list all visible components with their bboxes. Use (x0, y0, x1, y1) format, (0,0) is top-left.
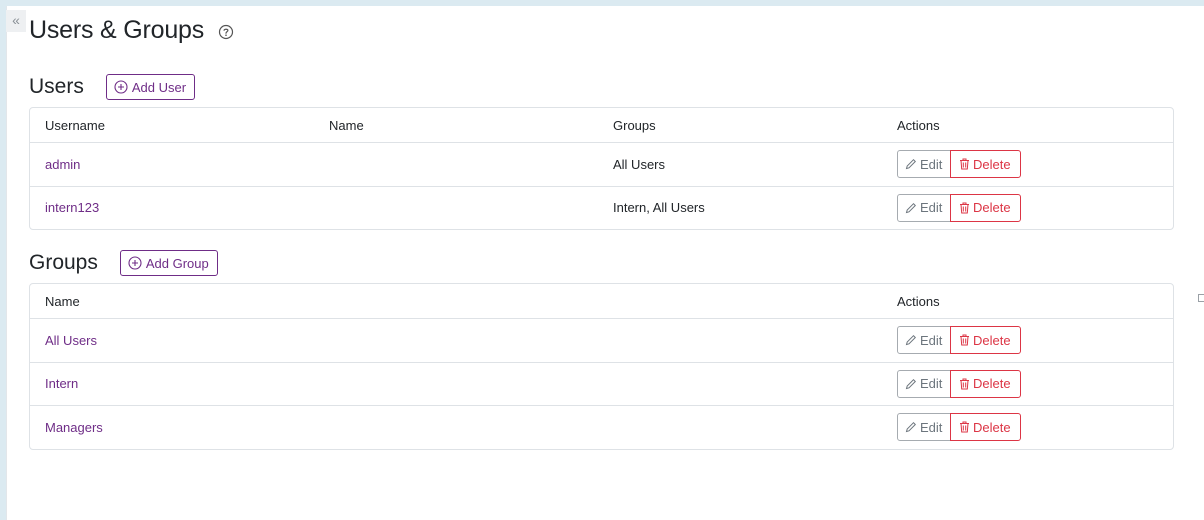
resize-handle[interactable] (1198, 294, 1204, 302)
table-row: admin All Users Edit Delete (30, 142, 1173, 186)
edit-label: Edit (920, 419, 943, 435)
add-group-button[interactable]: Add Group (119, 250, 218, 276)
edit-label: Edit (920, 376, 943, 392)
pencil-icon (905, 335, 917, 346)
delete-label: Delete (973, 376, 1011, 392)
sidebar-collapse-button[interactable]: « (6, 10, 26, 32)
row-actions: Edit Delete (882, 150, 1021, 179)
row-actions: Edit Delete (882, 326, 1021, 355)
plus-circle-icon (114, 80, 128, 94)
delete-button[interactable]: Delete (950, 413, 1021, 442)
pencil-icon (905, 202, 917, 213)
question-circle-icon[interactable] (218, 24, 234, 40)
trash-icon (960, 158, 969, 170)
trash-icon (960, 334, 969, 346)
page-content: Users & Groups Users Add User Username N… (29, 0, 1175, 450)
edit-label: Edit (920, 156, 943, 172)
edit-label: Edit (920, 332, 943, 348)
column-header-name: Name (45, 293, 80, 309)
table-row: Managers Edit Delete (30, 405, 1173, 449)
groups-section-title: Groups (29, 251, 98, 274)
group-link-all-users[interactable]: All Users (45, 333, 97, 348)
edit-button[interactable]: Edit (897, 326, 951, 355)
edit-button[interactable]: Edit (897, 413, 951, 442)
trash-icon (960, 378, 969, 390)
add-group-label: Add Group (145, 255, 209, 271)
delete-button[interactable]: Delete (950, 193, 1021, 222)
pencil-icon (905, 159, 917, 170)
chevron-double-left-icon: « (12, 12, 20, 28)
trash-icon (960, 202, 969, 214)
delete-button[interactable]: Delete (950, 326, 1021, 355)
column-header-actions: Actions (897, 293, 940, 309)
users-table-header: Username Name Groups Actions (30, 108, 1173, 142)
column-header-groups: Groups (613, 117, 656, 133)
delete-label: Delete (973, 200, 1011, 216)
delete-label: Delete (973, 332, 1011, 348)
delete-button[interactable]: Delete (950, 150, 1021, 179)
group-link-intern[interactable]: Intern (45, 376, 78, 391)
users-section-title: Users (29, 75, 84, 98)
users-table: Username Name Groups Actions admin All U… (29, 107, 1174, 230)
edit-button[interactable]: Edit (897, 150, 951, 179)
groups-table: Name Actions All Users Edit Delete Inter… (29, 283, 1174, 450)
add-user-label: Add User (131, 79, 187, 95)
pencil-icon (905, 422, 917, 433)
groups-section-header: Groups Add Group (29, 250, 1175, 276)
group-link-managers[interactable]: Managers (45, 420, 103, 435)
user-groups-cell: Intern, All Users (613, 200, 705, 216)
delete-label: Delete (973, 156, 1011, 172)
edit-label: Edit (920, 200, 943, 216)
table-row: intern123 Intern, All Users Edit Delete (30, 185, 1173, 230)
column-header-actions: Actions (897, 117, 940, 133)
column-header-name: Name (329, 117, 364, 133)
table-row: All Users Edit Delete (30, 318, 1173, 362)
user-groups-cell: All Users (613, 156, 666, 172)
trash-icon (960, 421, 969, 433)
row-actions: Edit Delete (882, 369, 1021, 398)
edit-button[interactable]: Edit (897, 193, 951, 222)
groups-table-header: Name Actions (30, 284, 1173, 318)
user-link-intern123[interactable]: intern123 (45, 200, 99, 215)
users-section-header: Users Add User (29, 74, 1175, 100)
delete-button[interactable]: Delete (950, 369, 1021, 398)
table-row: Intern Edit Delete (30, 361, 1173, 406)
user-link-admin[interactable]: admin (45, 157, 80, 172)
row-actions: Edit Delete (882, 193, 1021, 222)
page-header: Users & Groups (29, 0, 1175, 60)
plus-circle-icon (128, 256, 142, 270)
row-actions: Edit Delete (882, 413, 1021, 442)
column-header-username: Username (45, 117, 105, 133)
add-user-button[interactable]: Add User (105, 74, 196, 100)
pencil-icon (905, 378, 917, 389)
delete-label: Delete (973, 419, 1011, 435)
edit-button[interactable]: Edit (897, 369, 951, 398)
page-title: Users & Groups (29, 15, 205, 44)
